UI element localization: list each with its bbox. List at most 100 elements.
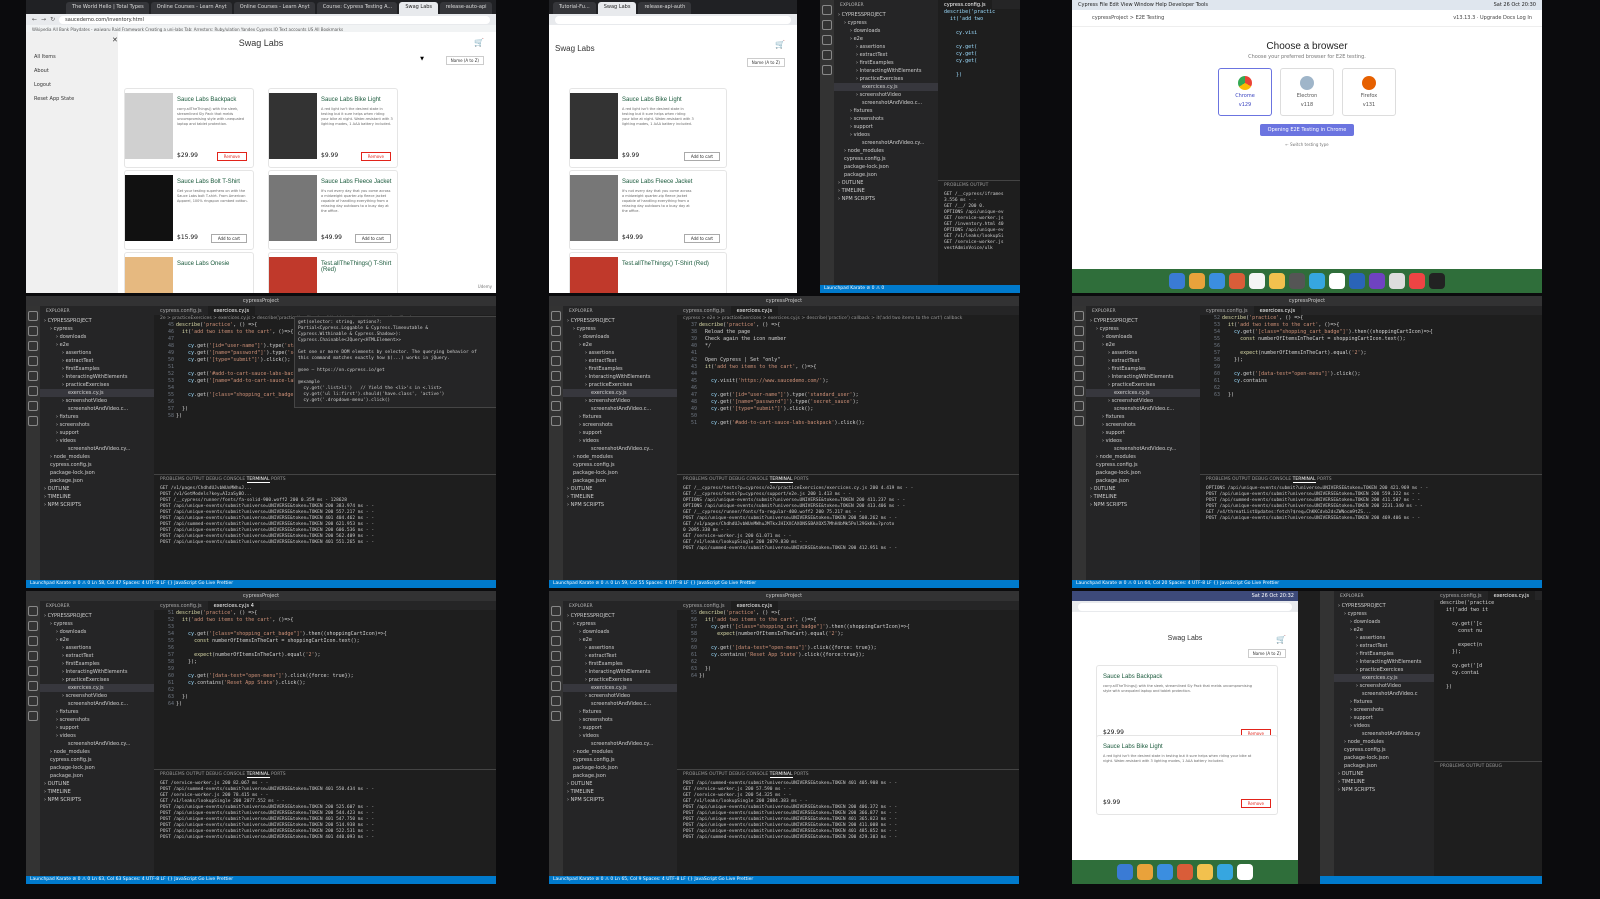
tab-cypress-config[interactable]: cypress.config.js	[938, 0, 992, 9]
testing-icon[interactable]	[28, 386, 38, 396]
code-editor[interactable]: cypress.config.js exercices.cy.js 52 descri…	[1200, 306, 1542, 456]
product-name[interactable]: Sauce Labs Bike Light	[321, 97, 381, 103]
run-debug-icon[interactable]	[28, 651, 38, 661]
product-name[interactable]: Sauce Labs Onesie	[177, 261, 229, 267]
editor-tab[interactable]: cypress.config.js	[677, 306, 731, 315]
code-editor[interactable]: cypress.config.js exercices.cy.js 4 51 desc…	[154, 601, 496, 751]
folder-item[interactable]: › firstExamples	[1086, 365, 1200, 373]
code-content[interactable]: 37 describe('practice', () =>{ 38 Reload …	[677, 322, 1019, 427]
browser-option-firefox[interactable]: Firefox v131	[1342, 68, 1396, 116]
back-icon[interactable]: ←	[32, 16, 37, 23]
editor-tab[interactable]: exercices.cy.js	[1253, 306, 1302, 315]
folder-item[interactable]: › InteractingWithElements	[40, 373, 154, 381]
folder-item[interactable]: › fixtures	[563, 413, 677, 421]
run-debug-icon[interactable]	[1074, 356, 1084, 366]
folder-item[interactable]: › downloads	[563, 628, 677, 636]
file-item[interactable]: screenshotAndVideo.cy...	[563, 445, 677, 453]
folder-item[interactable]: › firstExamples	[40, 660, 154, 668]
folder-item[interactable]: › videos	[1086, 437, 1200, 445]
account-icon[interactable]	[551, 401, 561, 411]
folder-item[interactable]: › firstExamples	[563, 365, 677, 373]
file-item[interactable]: cypress.config.js	[40, 461, 154, 469]
panel-tab-ports[interactable]: PORTS	[1317, 477, 1332, 482]
folder-item[interactable]: › CYPRESSPROJECT	[1086, 317, 1200, 325]
breadcrumb[interactable]: cypress > e2e > practiceExercices > exer…	[677, 315, 1019, 322]
folder-item[interactable]: › practiceExercises	[563, 381, 677, 389]
file-item[interactable]: exercices.cy.js	[563, 389, 677, 397]
folder-item[interactable]: › node_modules	[834, 147, 938, 155]
folder-item[interactable]: › NPM SCRIPTS	[40, 501, 154, 509]
panel-tab-terminal[interactable]: TERMINAL	[246, 477, 270, 483]
file-item[interactable]: cypress.config.js	[1086, 461, 1200, 469]
file-item[interactable]: screenshotAndVideo.c...	[1086, 405, 1200, 413]
browser-tab[interactable]: Tutorial-Fu...	[553, 2, 596, 14]
editor-tab[interactable]: cypress.config.js	[1200, 306, 1254, 315]
product-image[interactable]	[570, 175, 618, 241]
file-item[interactable]: package-lock.json	[1086, 469, 1200, 477]
search-icon[interactable]	[551, 621, 561, 631]
folder-item[interactable]: › screenshots	[563, 716, 677, 724]
folder-item[interactable]: › fixtures	[1086, 413, 1200, 421]
folder-item[interactable]: › downloads	[40, 333, 154, 341]
panel-tab-output[interactable]: OUTPUT	[709, 477, 727, 482]
source-control-icon[interactable]	[28, 636, 38, 646]
folder-item[interactable]: › practiceExercices	[1334, 666, 1434, 674]
file-item[interactable]: screenshotAndVideo.c...	[563, 700, 677, 708]
browser-tab[interactable]: Course: Cypress Testing A...	[316, 2, 398, 14]
folder-item[interactable]: › videos	[563, 437, 677, 445]
sort-select[interactable]: Name (A to Z)	[445, 56, 484, 65]
browser-tab[interactable]: Swag Labs	[597, 2, 637, 14]
file-item[interactable]: package.json	[40, 477, 154, 485]
folder-item[interactable]: › practiceExercises	[40, 676, 154, 684]
editor-tab[interactable]: exercices.cy.js	[207, 306, 256, 315]
folder-item[interactable]: › TIMELINE	[1086, 493, 1200, 501]
folder-item[interactable]: › support	[40, 724, 154, 732]
folder-item[interactable]: › videos	[563, 732, 677, 740]
search-icon[interactable]	[1074, 326, 1084, 336]
file-item[interactable]: package-lock.json	[40, 469, 154, 477]
folder-item[interactable]: › node_modules	[563, 453, 677, 461]
folder-item[interactable]: › OUTLINE	[1334, 770, 1434, 778]
code-editor[interactable]: cypress.config.js describe('practic it('…	[938, 0, 1020, 180]
folder-item[interactable]: › TIMELINE	[834, 187, 938, 195]
editor-tab[interactable]: exercices.cy.js	[730, 306, 779, 315]
folder-item[interactable]: › e2e	[40, 341, 154, 349]
panel-tab-debug-console[interactable]: DEBUG CONSOLE	[729, 772, 768, 777]
file-item[interactable]: screenshotAndVideo.cy...	[40, 445, 154, 453]
sort-select[interactable]: Name (A to Z)	[746, 58, 785, 67]
browser-tab[interactable]: The World Hello | Total Types	[66, 2, 149, 14]
folder-item[interactable]: › InteractingWithElements	[1334, 658, 1434, 666]
file-item[interactable]: package.json	[563, 477, 677, 485]
file-item[interactable]: exercices.cy.js	[40, 684, 154, 692]
add-to-cart-button[interactable]: Add to cart	[683, 152, 720, 161]
file-item[interactable]: exercices.cy.js	[834, 83, 938, 91]
folder-item[interactable]: › OUTLINE	[563, 780, 677, 788]
folder-item[interactable]: › cypress	[834, 19, 938, 27]
panel-tab-debug-console[interactable]: DEBUG CONSOLE	[729, 477, 768, 482]
folder-item[interactable]: › downloads	[834, 27, 938, 35]
code-editor[interactable]: cypress.config.js exercices.cy.js 55 descri…	[677, 601, 1019, 751]
url-input[interactable]	[555, 15, 791, 24]
run-debug-icon[interactable]	[551, 356, 561, 366]
folder-item[interactable]: › support	[563, 724, 677, 732]
panel-tab[interactable]: PROBLEMS	[944, 183, 970, 188]
folder-item[interactable]: › fixtures	[563, 708, 677, 716]
panel-tab-ports[interactable]: PORTS	[794, 477, 809, 482]
browser-tab[interactable]: Online Courses - Learn Anyt	[233, 2, 315, 14]
folder-item[interactable]: › practiceExercises	[834, 75, 938, 83]
folder-item[interactable]: › support	[834, 123, 938, 131]
folder-item[interactable]: › NPM SCRIPTS	[834, 195, 938, 203]
file-item[interactable]: package-lock.json	[834, 163, 938, 171]
folder-item[interactable]: › firstExamples	[563, 660, 677, 668]
folder-item[interactable]: › InteractingWithElements	[563, 668, 677, 676]
browser-option-electron[interactable]: Electron v118	[1280, 68, 1334, 116]
folder-item[interactable]: › node_modules	[563, 748, 677, 756]
folder-item[interactable]: › NPM SCRIPTS	[1086, 501, 1200, 509]
folder-item[interactable]: › downloads	[1086, 333, 1200, 341]
folder-item[interactable]: › InteractingWithElements	[834, 67, 938, 75]
product-image[interactable]	[570, 93, 618, 159]
folder-item[interactable]: › practiceExercises	[1086, 381, 1200, 389]
folder-item[interactable]: › fixtures	[40, 708, 154, 716]
file-item[interactable]: package-lock.json	[563, 764, 677, 772]
extensions-icon[interactable]	[28, 371, 38, 381]
